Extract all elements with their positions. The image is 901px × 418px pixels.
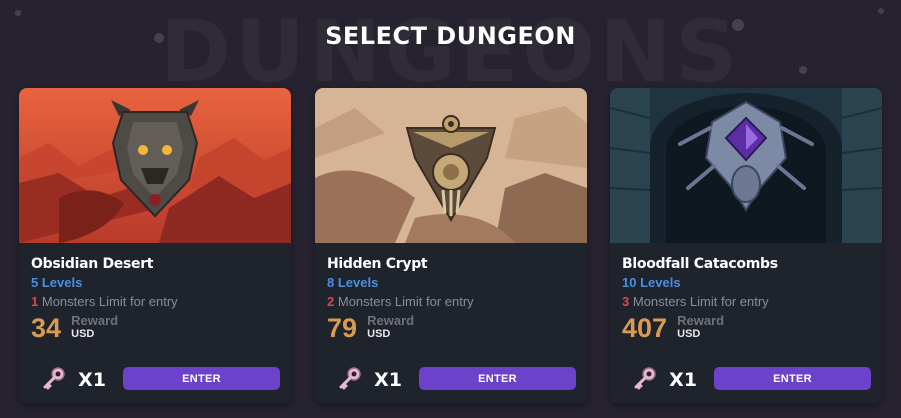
dungeon-name: Hidden Crypt (327, 256, 428, 272)
monster-limit-text: Monsters Limit for entry (337, 294, 474, 309)
key-count: X1 (374, 369, 402, 391)
monster-limit-number: 1 (31, 294, 39, 309)
key-requirement: X1 (41, 365, 106, 393)
reward: 79 Reward USD (327, 313, 414, 345)
reward-value: 34 (31, 313, 62, 343)
dungeon-art-hidden-crypt (315, 88, 587, 243)
monster-limit-text: Monsters Limit for entry (632, 294, 769, 309)
reward-value: 407 (622, 313, 668, 343)
key-requirement: X1 (337, 365, 402, 393)
monster-limit: 1 Monsters Limit for entry (31, 294, 178, 309)
reward-label: Reward (367, 313, 415, 328)
monster-limit-text: Monsters Limit for entry (41, 294, 178, 309)
background-watermark: DUNGEONS (159, 2, 742, 102)
dungeon-art-obsidian-desert (19, 88, 291, 243)
monster-limit: 2 Monsters Limit for entry (327, 294, 474, 309)
dungeon-name: Obsidian Desert (31, 256, 154, 272)
reward-currency: USD (677, 328, 701, 340)
enter-button[interactable]: ENTER (419, 367, 576, 390)
enter-button[interactable]: ENTER (714, 367, 871, 390)
key-icon (337, 365, 363, 395)
enter-button[interactable]: ENTER (123, 367, 280, 390)
key-icon (41, 365, 67, 395)
dungeon-name: Bloodfall Catacombs (622, 256, 778, 272)
page-title: SELECT DUNGEON (325, 22, 576, 50)
monster-limit: 3 Monsters Limit for entry (622, 294, 769, 309)
reward-currency: USD (367, 328, 391, 340)
monster-limit-number: 3 (622, 294, 630, 309)
key-requirement: X1 (632, 365, 697, 393)
dungeon-card-obsidian-desert: Obsidian Desert 5 Levels 1 Monsters Limi… (19, 88, 291, 404)
dungeon-art-bloodfall-catacombs (610, 88, 882, 243)
reward-label: Reward (677, 313, 725, 328)
key-icon (632, 365, 658, 395)
dungeon-levels: 5 Levels (31, 275, 83, 290)
eye-shield-emblem-icon (315, 88, 587, 243)
demon-skull-emblem-icon (19, 88, 291, 243)
reward-currency: USD (71, 328, 95, 340)
spider-gem-emblem-icon (610, 88, 882, 243)
reward-value: 79 (327, 313, 358, 343)
dungeon-card-bloodfall-catacombs: Bloodfall Catacombs 10 Levels 3 Monsters… (610, 88, 882, 404)
dungeon-levels: 8 Levels (327, 275, 379, 290)
reward-label: Reward (71, 313, 119, 328)
monster-limit-number: 2 (327, 294, 335, 309)
reward: 34 Reward USD (31, 313, 118, 345)
reward: 407 Reward USD (622, 313, 724, 345)
key-count: X1 (669, 369, 697, 391)
dungeon-levels: 10 Levels (622, 275, 681, 290)
key-count: X1 (78, 369, 106, 391)
dungeon-card-hidden-crypt: Hidden Crypt 8 Levels 2 Monsters Limit f… (315, 88, 587, 404)
